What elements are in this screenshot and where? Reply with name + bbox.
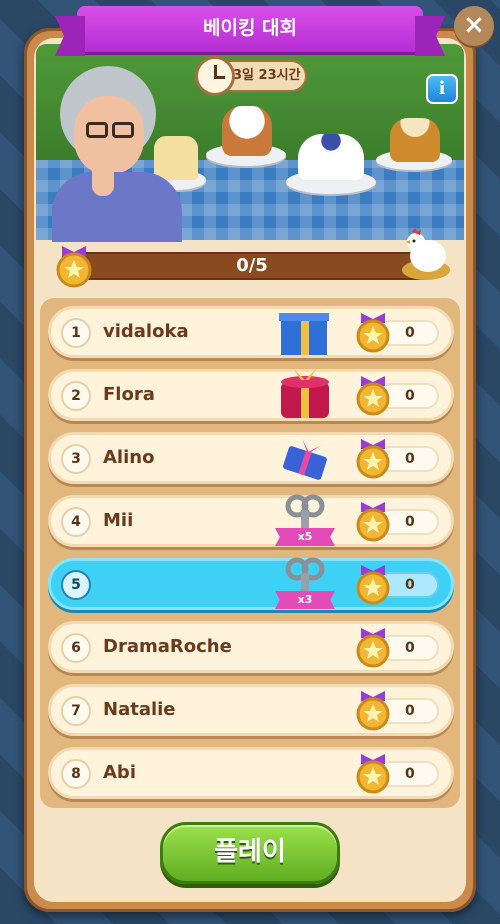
close-button[interactable]: × — [454, 6, 494, 46]
small-blue-gift-icon — [283, 438, 327, 480]
player-name: Natalie — [103, 699, 176, 720]
leaderboard-row[interactable]: 1 vidaloka 0 — [48, 306, 454, 358]
medal-icon — [356, 502, 390, 542]
close-icon: × — [463, 10, 485, 40]
grandma-character — [52, 66, 192, 242]
multiplier-tag: x5 — [275, 528, 335, 546]
leaderboard-row[interactable]: 3 Alino 0 — [48, 432, 454, 484]
rank-badge: 6 — [61, 633, 91, 663]
player-name: vidaloka — [103, 321, 189, 342]
event-timer: 3일 23시간 — [195, 56, 307, 96]
medal-icon — [356, 439, 390, 479]
rank-badge: 4 — [61, 507, 91, 537]
info-icon: i — [438, 78, 446, 99]
berry-cake-icon — [298, 134, 364, 180]
clock-icon — [195, 56, 235, 96]
leaderboard-row[interactable]: 8 Abi 0 — [48, 747, 454, 799]
medal-icon — [356, 376, 390, 416]
info-button[interactable]: i — [426, 74, 458, 104]
player-name: Mii — [103, 510, 134, 531]
progress-section: 0/5 — [52, 228, 450, 288]
player-name: Alino — [103, 447, 155, 468]
rank-badge: 8 — [61, 759, 91, 789]
page-title: 베이킹 대회 — [202, 17, 297, 39]
medal-icon — [356, 565, 390, 605]
play-button-label: 플레이 — [214, 837, 286, 867]
leaderboard-row[interactable]: 7 Natalie 0 — [48, 684, 454, 736]
multiplier-tag: x3 — [275, 591, 335, 609]
progress-text: 0/5 — [236, 255, 268, 276]
medal-icon — [356, 313, 390, 353]
pudding-icon — [390, 118, 440, 162]
medal-icon — [356, 754, 390, 794]
progress-bar: 0/5 — [66, 252, 438, 280]
prize-reward: x5 — [275, 492, 335, 548]
leaderboard-row-current-user[interactable]: 5 x3 0 — [48, 555, 454, 611]
rank-badge: 2 — [61, 381, 91, 411]
medal-icon — [356, 628, 390, 668]
leaderboard-row[interactable]: 6 DramaRoche 0 — [48, 621, 454, 673]
timer-text: 3일 23시간 — [233, 68, 301, 83]
leaderboard-row[interactable]: 4 Mii x5 0 — [48, 492, 454, 548]
medal-icon — [356, 691, 390, 731]
rank-badge: 3 — [61, 444, 91, 474]
meringue-tart-icon — [222, 106, 272, 156]
title-ribbon: 베이킹 대회 — [77, 6, 423, 52]
crown-medal-icon — [56, 246, 92, 288]
player-name: DramaRoche — [103, 636, 232, 657]
leaderboard-row[interactable]: 2 Flora 0 — [48, 368, 454, 421]
play-button[interactable]: 플레이 — [160, 822, 340, 884]
rank-badge: 1 — [61, 318, 91, 348]
prize-reward: x3 — [275, 555, 335, 611]
red-gift-box-icon — [281, 368, 329, 418]
player-name: Abi — [103, 762, 136, 783]
rank-badge: 7 — [61, 696, 91, 726]
player-name: Flora — [103, 384, 155, 405]
hen-in-nest-icon — [402, 228, 450, 280]
blue-gift-box-icon — [279, 313, 329, 355]
rank-badge: 5 — [61, 570, 91, 600]
